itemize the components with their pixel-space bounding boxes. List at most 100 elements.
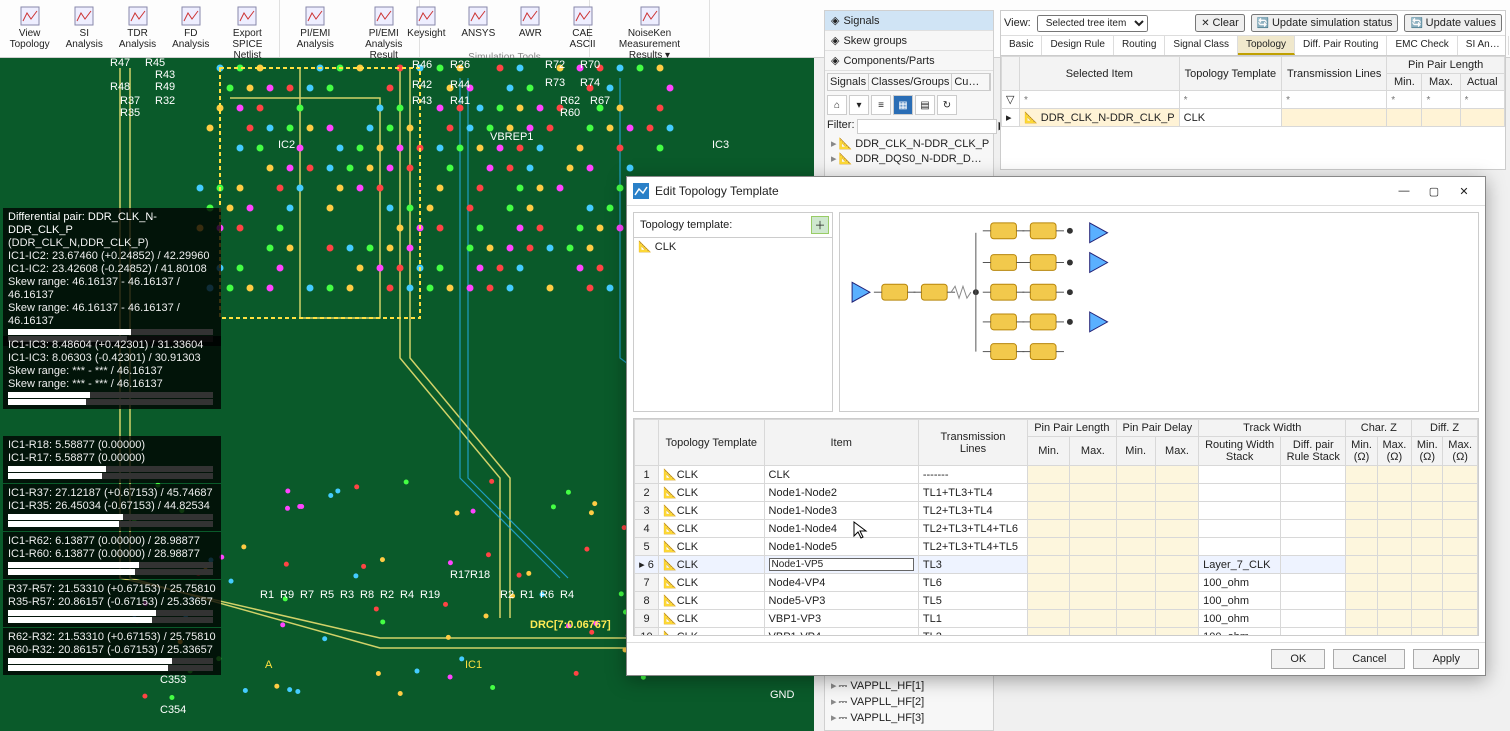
signals-toolbar: ⌂ ▾ ≡ ▦ ▤ ↻: [825, 93, 993, 117]
ribbon-button[interactable]: ANSYS: [455, 2, 501, 52]
topology-row[interactable]: 1📐CLKCLK-------: [635, 466, 1478, 484]
tree-item[interactable]: ▸📐 DDR_DQS0_N-DDR_D…: [829, 151, 993, 166]
skew-icon: ◈: [831, 34, 839, 47]
topology-row[interactable]: 4📐CLKNode1-Node4TL2+TL3+TL4+TL6: [635, 520, 1478, 538]
svg-text:C353: C353: [160, 674, 186, 686]
ribbon-button[interactable]: Keysight: [403, 2, 449, 52]
components-icon: ◈: [831, 54, 839, 67]
edit-topology-modal: Edit Topology Template — ▢ ✕ Topology te…: [626, 176, 1486, 676]
constraint-grid[interactable]: Selected Item Topology Template Transmis…: [1001, 56, 1505, 127]
ribbon-button[interactable]: View Topology: [4, 2, 55, 63]
filter-icon[interactable]: ▽: [1002, 91, 1020, 109]
constraint-tab[interactable]: Signal Class: [1165, 36, 1238, 55]
svg-text:R42: R42: [412, 79, 432, 91]
tree-item[interactable]: ▸⎓ VAPPLL_HF[2]: [829, 694, 993, 710]
svg-text:R73: R73: [545, 77, 565, 89]
svg-text:R43: R43: [155, 69, 175, 81]
overlay-sub: (DDR_CLK_N,DDR_CLK_P): [8, 237, 216, 250]
template-item[interactable]: 📐 CLK: [634, 238, 832, 255]
item-edit-input[interactable]: [769, 558, 914, 571]
tree-item[interactable]: ▸⎓ VAPPLL_HF[3]: [829, 710, 993, 726]
constraint-tab[interactable]: EMC Check: [1387, 36, 1457, 55]
ribbon-button[interactable]: FD Analysis: [168, 2, 214, 63]
add-template-button[interactable]: ＋: [811, 216, 829, 234]
tree-item[interactable]: ▸📐 DDR_CLK_N-DDR_CLK_P: [829, 136, 993, 151]
constraint-tab[interactable]: Diff. Pair Routing: [1295, 36, 1387, 55]
svg-text:R6: R6: [540, 589, 554, 601]
filter-cell[interactable]: [1391, 95, 1417, 106]
filter-cell[interactable]: [1024, 95, 1175, 106]
home-icon[interactable]: ⌂: [827, 95, 847, 115]
svg-text:R74: R74: [580, 77, 600, 89]
topology-row[interactable]: 10📐CLKVBP1-VP4TL2100_ohm: [635, 628, 1478, 637]
constraint-tab[interactable]: Design Rule: [1042, 36, 1113, 55]
svg-text:VBREP1: VBREP1: [490, 131, 533, 143]
svg-text:R47: R47: [110, 58, 130, 69]
constraint-row[interactable]: ▸ 📐 DDR_CLK_N-DDR_CLK_P CLK: [1002, 109, 1505, 127]
filter-cell[interactable]: [1286, 95, 1382, 106]
svg-text:R17: R17: [450, 569, 470, 581]
filter-input[interactable]: [857, 119, 997, 134]
group-icon[interactable]: ▦: [893, 95, 913, 115]
list-icon[interactable]: ≡: [871, 95, 891, 115]
view-select[interactable]: Selected tree item: [1037, 15, 1148, 32]
tree-icon[interactable]: ▤: [915, 95, 935, 115]
constraint-tab[interactable]: Topology: [1238, 36, 1295, 55]
signals-tab[interactable]: ◈Skew groups: [825, 31, 993, 51]
svg-text:R46: R46: [412, 59, 432, 71]
refresh-icon[interactable]: ↻: [937, 95, 957, 115]
svg-text:R1: R1: [520, 589, 534, 601]
ribbon-button[interactable]: AWR: [507, 2, 553, 52]
cancel-button[interactable]: Cancel: [1333, 649, 1405, 669]
maximize-button[interactable]: ▢: [1419, 181, 1449, 201]
svg-text:R44: R44: [450, 79, 470, 91]
update-sim-button[interactable]: 🔄 Update simulation status: [1251, 14, 1399, 32]
topology-row[interactable]: 5📐CLKNode1-Node5TL2+TL3+TL4+TL5: [635, 538, 1478, 556]
modal-titlebar[interactable]: Edit Topology Template — ▢ ✕: [627, 177, 1485, 206]
ribbon-button[interactable]: NoiseKen Measurement Results ▾: [611, 2, 689, 63]
filter-cell[interactable]: [1465, 95, 1501, 106]
topology-row[interactable]: 3📐CLKNode1-Node3TL2+TL3+TL4: [635, 502, 1478, 520]
svg-text:R60: R60: [560, 107, 580, 119]
topology-row[interactable]: 2📐CLKNode1-Node2TL1+TL3+TL4: [635, 484, 1478, 502]
svg-text:R5: R5: [320, 589, 334, 601]
clear-button[interactable]: ✕ Clear: [1195, 14, 1244, 32]
svg-text:IC3: IC3: [712, 139, 729, 151]
svg-text:C354: C354: [160, 704, 186, 716]
topology-row[interactable]: 7📐CLKNode4-VP4TL6100_ohm: [635, 574, 1478, 592]
svg-text:R48: R48: [110, 81, 130, 93]
minimize-button[interactable]: —: [1389, 181, 1419, 201]
topology-row[interactable]: 8📐CLKNode5-VP3TL5100_ohm: [635, 592, 1478, 610]
filter-cell[interactable]: [1426, 95, 1455, 106]
filter-cell[interactable]: [1184, 95, 1277, 106]
ribbon-button[interactable]: Export SPICE Netlist: [220, 2, 275, 63]
topology-row[interactable]: 9📐CLKVBP1-VP3TL1100_ohm: [635, 610, 1478, 628]
svg-text:GND: GND: [770, 689, 795, 701]
svg-text:R41: R41: [450, 95, 470, 107]
overlay-diffpair: Differential pair: DDR_CLK_N-DDR_CLK_P (…: [3, 208, 221, 346]
signals-tab[interactable]: ◈Components/Parts: [825, 51, 993, 71]
template-list: Topology template: ＋ 📐 CLK: [633, 212, 833, 412]
topology-grid[interactable]: Topology Template Item Transmission Line…: [633, 418, 1479, 636]
svg-text:R62: R62: [560, 95, 580, 107]
update-values-button[interactable]: 🔄 Update values: [1404, 14, 1502, 32]
overlay-block: IC1-IC3: 8.48604 (+0.42301) / 31.33604IC…: [3, 336, 221, 409]
signals-tab[interactable]: ◈Signals: [825, 11, 993, 31]
topology-row[interactable]: ▸ 6📐CLKTL3Layer_7_CLK: [635, 556, 1478, 574]
ribbon-button[interactable]: SI Analysis: [61, 2, 107, 63]
overlay-block: IC1-R37: 27.12187 (+0.67153) / 45.74687I…: [3, 484, 221, 531]
constraint-tab[interactable]: Routing: [1114, 36, 1165, 55]
svg-text:R1: R1: [260, 589, 274, 601]
topology-canvas[interactable]: [839, 212, 1479, 412]
constraint-tab[interactable]: SI An…: [1458, 36, 1509, 55]
svg-text:R49: R49: [155, 81, 175, 93]
apply-button[interactable]: Apply: [1413, 649, 1479, 669]
expand-icon[interactable]: ▾: [849, 95, 869, 115]
constraint-tab[interactable]: Basic: [1001, 36, 1042, 55]
filter-label: Filter:: [827, 119, 855, 134]
svg-text:R4: R4: [560, 589, 574, 601]
ribbon-button[interactable]: TDR Analysis: [113, 2, 162, 63]
close-button[interactable]: ✕: [1449, 181, 1479, 201]
tree-item[interactable]: ▸⎓ VAPPLL_HF[1]: [829, 678, 993, 694]
ok-button[interactable]: OK: [1271, 649, 1325, 669]
